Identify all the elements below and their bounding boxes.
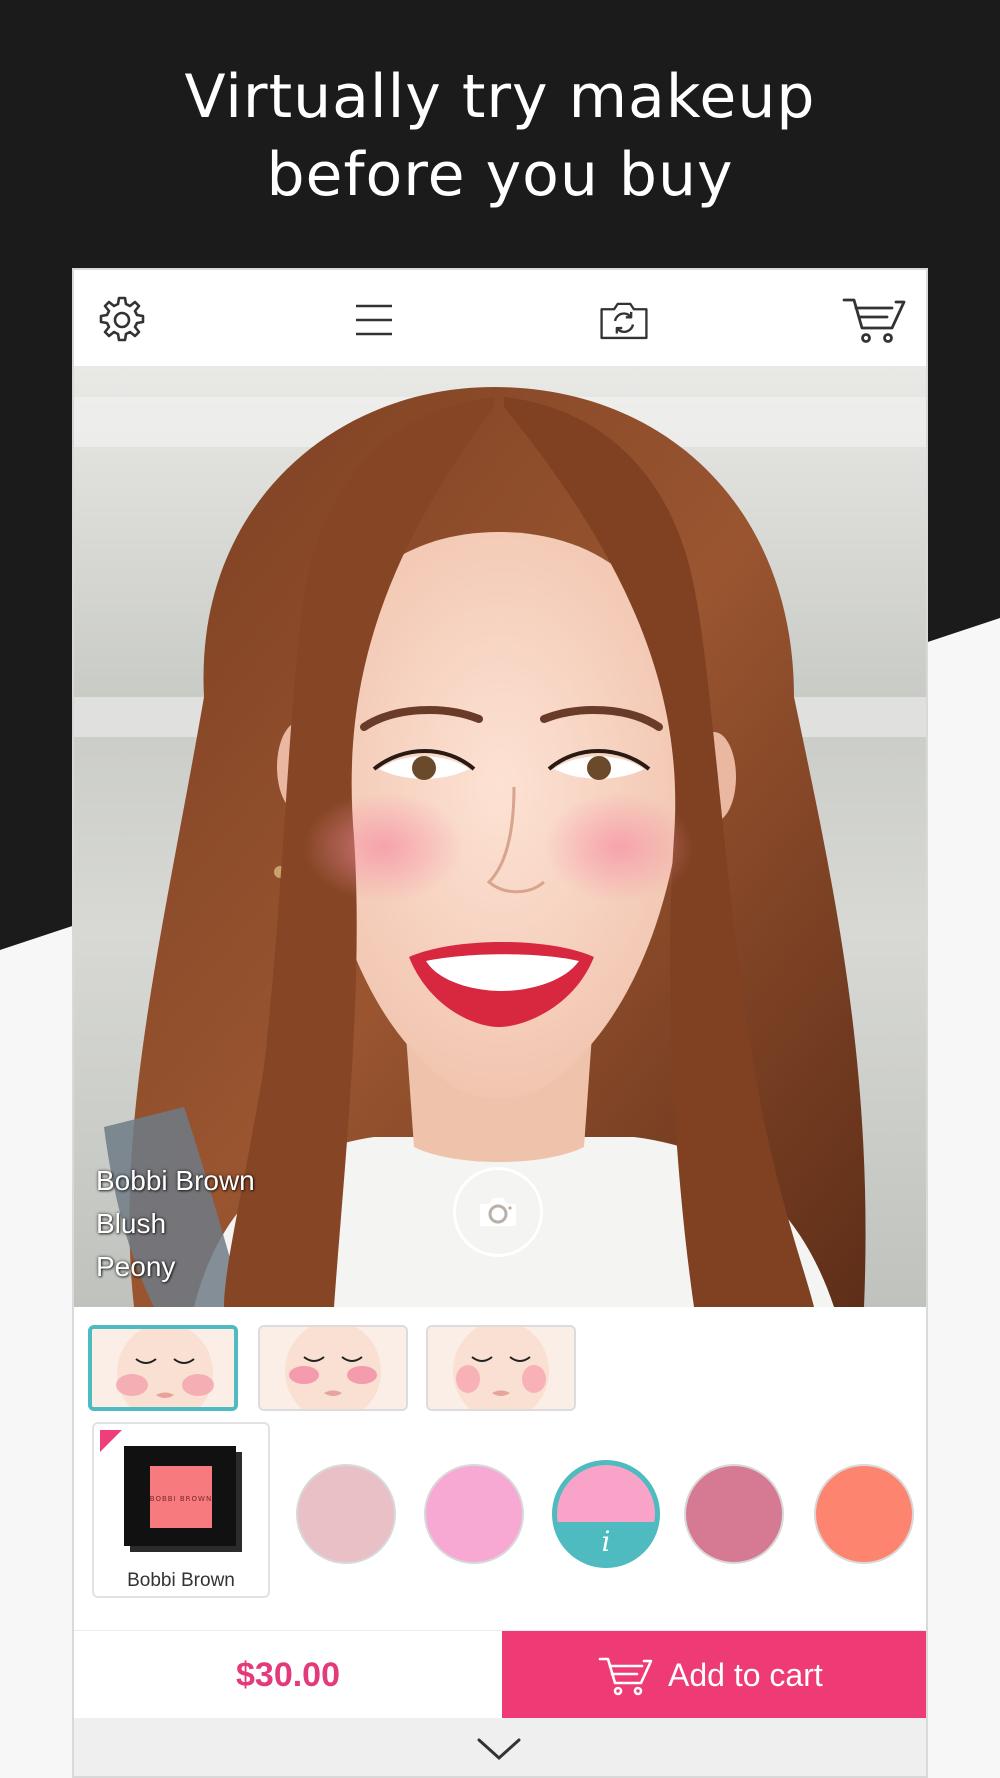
shade-swatch[interactable]	[814, 1464, 914, 1564]
app-screen: Bobbi Brown Blush Peony BOBBI BROWN Bobb…	[72, 268, 928, 1778]
hamburger-menu-icon[interactable]	[348, 294, 400, 346]
camera-switch-icon[interactable]	[598, 294, 650, 346]
blush-style-selector	[74, 1307, 926, 1417]
face-thumbnail	[428, 1327, 574, 1409]
capture-button[interactable]	[453, 1167, 543, 1257]
blush-style-option[interactable]	[88, 1325, 238, 1411]
face-thumbnail	[92, 1329, 234, 1407]
cart-icon[interactable]	[842, 294, 910, 346]
face-thumbnail	[260, 1327, 406, 1409]
face-preview[interactable]: Bobbi Brown Blush Peony	[74, 367, 926, 1307]
camera-icon	[480, 1198, 516, 1226]
promo-headline-line2: before you buy	[266, 140, 734, 210]
shade-swatch[interactable]	[684, 1464, 784, 1564]
cart-icon	[598, 1657, 653, 1696]
caption-brand: Bobbi Brown	[96, 1165, 255, 1196]
shade-swatch[interactable]	[296, 1464, 396, 1564]
shade-selector: BOBBI BROWN Bobbi Brown i	[74, 1420, 926, 1600]
compact-text: BOBBI BROWN	[150, 1495, 212, 1503]
product-compact-image: BOBBI BROWN	[124, 1446, 242, 1552]
collapse-drawer-button[interactable]	[74, 1718, 926, 1776]
blush-style-option[interactable]	[258, 1325, 408, 1411]
new-badge	[100, 1430, 122, 1452]
chevron-down-icon	[477, 1738, 521, 1761]
promo-headline: Virtually try makeup before you buy	[0, 58, 1000, 214]
promo-headline-line1: Virtually try makeup	[184, 62, 816, 132]
caption-category: Blush	[96, 1208, 167, 1239]
purchase-bar: $30.00 Add to cart	[74, 1630, 926, 1719]
blush-style-option[interactable]	[426, 1325, 576, 1411]
shade-swatch[interactable]	[424, 1464, 524, 1564]
product-caption: Bobbi Brown Blush Peony	[96, 1159, 255, 1288]
add-to-cart-button[interactable]: Add to cart	[502, 1631, 926, 1719]
info-icon[interactable]: i	[557, 1521, 655, 1563]
top-toolbar	[74, 270, 926, 367]
product-card[interactable]: BOBBI BROWN Bobbi Brown	[92, 1422, 270, 1598]
shade-swatch-selected[interactable]: i	[552, 1460, 660, 1568]
add-to-cart-label: Add to cart	[668, 1657, 823, 1693]
product-brand-label: Bobbi Brown	[127, 1570, 235, 1591]
price-label: $30.00	[74, 1631, 502, 1719]
gear-icon[interactable]	[96, 294, 148, 346]
caption-shade: Peony	[96, 1251, 176, 1282]
